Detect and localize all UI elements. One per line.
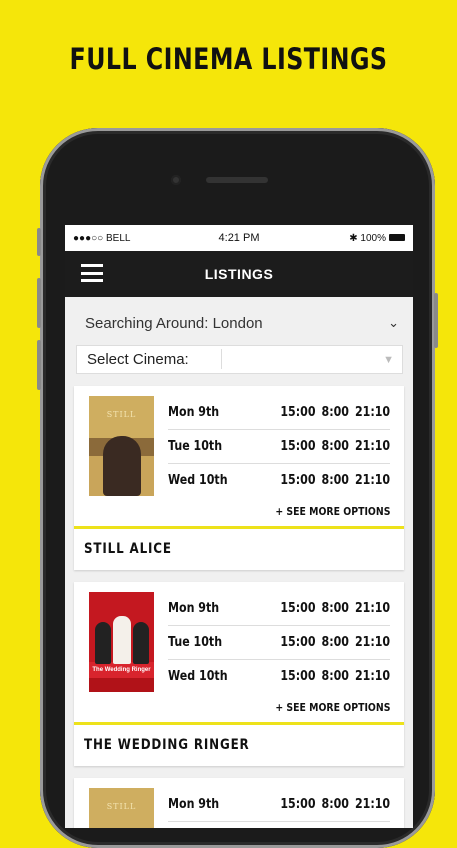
showtime-slot[interactable]: 21:10 (355, 669, 390, 684)
chevron-down-icon[interactable]: ⌄ (388, 315, 399, 331)
select-divider (221, 349, 222, 369)
poster-title: STILL (106, 410, 137, 419)
showtime-slot[interactable]: 8:00 (321, 473, 348, 488)
showtime-slot[interactable]: 15:00 (280, 669, 315, 684)
showtime-slot[interactable]: 21:10 (355, 635, 390, 650)
showtime-day: Mon 9th (168, 797, 220, 812)
see-more-options-link[interactable]: + SEE MORE OPTIONS (275, 505, 390, 518)
showtime-slot[interactable]: 8:00 (321, 405, 348, 420)
showtime-slot[interactable]: 8:00 (321, 797, 348, 812)
showtime-slot[interactable]: 8:00 (321, 601, 348, 616)
chevron-down-icon[interactable]: ▼ (383, 354, 402, 366)
earpiece-speaker (206, 177, 268, 183)
movie-poster[interactable]: STILL (89, 396, 154, 496)
poster-title: The Wedding Ringer (92, 667, 151, 673)
movie-poster[interactable]: The Wedding Ringer (89, 592, 154, 692)
bluetooth-icon: ✱ (349, 232, 358, 244)
see-more-options-link[interactable]: + SEE MORE OPTIONS (275, 701, 390, 714)
showtime-slot[interactable]: 21:10 (355, 473, 390, 488)
showtime-slot[interactable]: 21:10 (355, 601, 390, 616)
showtime-slot[interactable]: 21:10 (355, 405, 390, 420)
showtimes-list: Mon 9th 15:00 8:00 21:10 Tue 10th 15:00 8:0… (168, 396, 390, 497)
app-screen: ●●●○○ BELL 4:21 PM ✱ 100% LISTINGS Searc… (65, 225, 413, 828)
battery-icon (389, 234, 405, 242)
page-title: LISTINGS (204, 266, 274, 282)
volume-down-button (37, 340, 41, 390)
showtime-row: Mon 9th 15:00 8:00 21:10 (168, 592, 390, 626)
poster-figure (103, 436, 141, 496)
movie-poster[interactable]: STILL (89, 788, 154, 828)
promo-headline: FULL CINEMA LISTINGS (69, 42, 388, 76)
movie-card: STILL Mon 9th 15:00 8:00 21:10 Tue 10th 15… (74, 386, 404, 570)
nav-bar: LISTINGS (65, 251, 413, 297)
showtime-slot[interactable]: 15:00 (280, 439, 315, 454)
battery-percent: 100% (360, 232, 386, 244)
showtime-day: Tue 10th (168, 439, 223, 454)
showtime-day: Mon 9th (168, 601, 220, 616)
showtime-slot[interactable]: 15:00 (280, 473, 315, 488)
location-search[interactable]: Searching Around: London ⌄ (65, 301, 413, 345)
battery-indicator: ✱ 100% (349, 233, 405, 244)
showtime-day: Wed 10th (168, 669, 228, 684)
showtime-slot[interactable]: 8:00 (321, 635, 348, 650)
poster-title: STILL (106, 802, 137, 811)
showtime-slot[interactable]: 15:00 (280, 405, 315, 420)
showtime-row: Wed 10th 15:00 8:00 21:10 (168, 660, 390, 693)
showtime-slot[interactable]: 21:10 (355, 439, 390, 454)
showtime-slot[interactable]: 8:00 (321, 669, 348, 684)
poster-figure (95, 622, 111, 664)
showtimes-list: Mon 9th 15:00 8:00 21:10 (168, 788, 390, 828)
carrier-signal: ●●●○○ BELL (73, 232, 131, 244)
poster-figure (133, 622, 149, 664)
volume-up-button (37, 278, 41, 328)
showtimes-list: Mon 9th 15:00 8:00 21:10 Tue 10th 15:00 8:0… (168, 592, 390, 693)
movie-card: The Wedding Ringer Mon 9th 15:00 8:00 21:1… (74, 582, 404, 766)
showtime-day: Mon 9th (168, 405, 220, 420)
showtime-row: Tue 10th 15:00 8:00 21:10 (168, 430, 390, 464)
cinema-select-label: Select Cinema: (87, 351, 189, 368)
movie-title[interactable]: THE WEDDING RINGER (84, 725, 250, 766)
power-button (434, 293, 438, 348)
location-label: Searching Around: London (85, 314, 263, 332)
showtime-slot[interactable]: 21:10 (355, 797, 390, 812)
showtime-row: Mon 9th 15:00 8:00 21:10 (168, 788, 390, 822)
showtime-day: Wed 10th (168, 473, 228, 488)
cinema-select[interactable]: Select Cinema: ▼ (76, 345, 403, 374)
movie-title[interactable]: STILL ALICE (84, 529, 172, 570)
poster-figure (113, 616, 131, 664)
showtime-slot[interactable]: 8:00 (321, 439, 348, 454)
showtime-slot[interactable]: 15:00 (280, 635, 315, 650)
status-bar: ●●●○○ BELL 4:21 PM ✱ 100% (65, 225, 413, 251)
showtime-slot[interactable]: 15:00 (280, 797, 315, 812)
showtime-row: Wed 10th 15:00 8:00 21:10 (168, 464, 390, 497)
front-camera (171, 175, 181, 185)
showtime-slot[interactable]: 15:00 (280, 601, 315, 616)
showtime-row: Tue 10th 15:00 8:00 21:10 (168, 626, 390, 660)
mute-switch (37, 228, 41, 256)
movie-card: STILL Mon 9th 15:00 8:00 21:10 (74, 778, 404, 828)
showtime-row: Mon 9th 15:00 8:00 21:10 (168, 396, 390, 430)
showtime-day: Tue 10th (168, 635, 223, 650)
